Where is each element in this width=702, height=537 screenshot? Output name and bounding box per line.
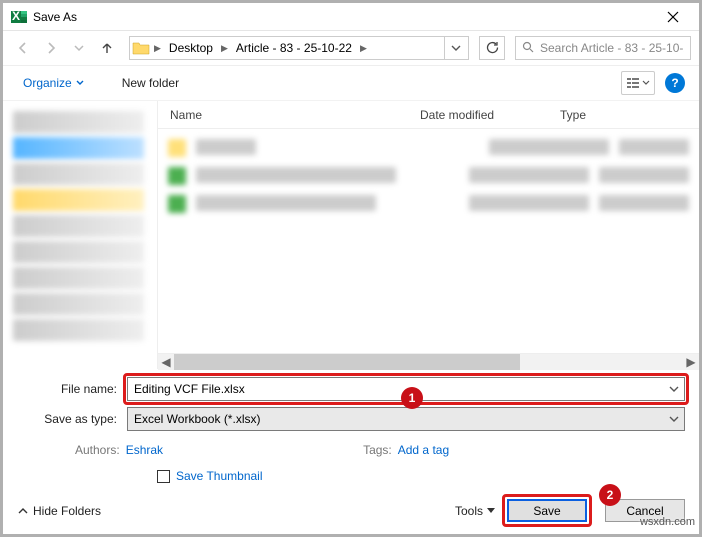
save-button[interactable]: Save bbox=[507, 499, 587, 522]
sidebar-item[interactable] bbox=[13, 293, 144, 315]
file-list[interactable] bbox=[158, 129, 699, 353]
sidebar-item[interactable] bbox=[13, 319, 144, 341]
organize-button[interactable]: Organize bbox=[17, 72, 90, 94]
search-icon bbox=[522, 41, 534, 56]
navigation-row: ▶ Desktop ▶ Article - 83 - 25-10-22 ▶ Se… bbox=[3, 31, 699, 65]
tags-label: Tags: bbox=[363, 443, 392, 457]
chevron-right-icon: ▶ bbox=[358, 43, 369, 54]
arrow-up-icon bbox=[100, 41, 114, 55]
view-list-icon bbox=[626, 76, 640, 90]
breadcrumb-dropdown[interactable] bbox=[444, 36, 466, 60]
file-list-panel: Name Date modified Type bbox=[158, 101, 699, 369]
column-header-type[interactable]: Type bbox=[560, 108, 640, 122]
annotation-badge-1: 1 bbox=[401, 387, 423, 409]
metadata-row: Authors: Eshrak Tags: Add a tag bbox=[17, 437, 685, 461]
arrow-left-icon bbox=[16, 41, 30, 55]
folder-icon bbox=[132, 39, 150, 57]
title-bar: X Save As bbox=[3, 3, 699, 31]
chevron-down-icon bbox=[642, 79, 650, 87]
scroll-right-icon[interactable]: ▶ bbox=[683, 354, 699, 370]
search-input[interactable]: Search Article - 83 - 25-10-22 bbox=[515, 36, 691, 60]
sidebar-item[interactable] bbox=[13, 267, 144, 289]
scroll-left-icon[interactable]: ◀ bbox=[158, 354, 174, 370]
search-placeholder: Search Article - 83 - 25-10-22 bbox=[540, 41, 684, 55]
list-item[interactable] bbox=[168, 139, 689, 163]
list-item[interactable] bbox=[168, 195, 689, 219]
chevron-down-icon bbox=[74, 43, 84, 53]
sidebar-item[interactable] bbox=[13, 241, 144, 263]
close-button[interactable] bbox=[651, 3, 695, 31]
tags-value[interactable]: Add a tag bbox=[398, 443, 449, 457]
chevron-up-icon bbox=[17, 505, 29, 517]
close-icon bbox=[667, 11, 679, 23]
bottom-panel: File name: Save as type: Excel Workbook … bbox=[3, 369, 699, 534]
list-item[interactable] bbox=[168, 167, 689, 191]
file-name-row: File name: bbox=[17, 377, 685, 401]
svg-text:X: X bbox=[12, 9, 20, 23]
sidebar-item[interactable] bbox=[13, 111, 144, 133]
authors-label: Authors: bbox=[75, 443, 120, 457]
authors-value[interactable]: Eshrak bbox=[126, 443, 163, 457]
save-thumbnail-checkbox[interactable] bbox=[157, 470, 170, 483]
back-button[interactable] bbox=[11, 36, 35, 60]
save-as-dialog: X Save As ▶ Desktop ▶ Article - 83 - 25-… bbox=[0, 0, 702, 537]
chevron-right-icon: ▶ bbox=[219, 43, 230, 54]
new-folder-button[interactable]: New folder bbox=[116, 72, 185, 94]
forward-button[interactable] bbox=[39, 36, 63, 60]
sidebar-item[interactable] bbox=[13, 137, 144, 159]
sidebar-item[interactable] bbox=[13, 163, 144, 185]
dialog-title: Save As bbox=[33, 10, 77, 24]
recent-button[interactable] bbox=[67, 36, 91, 60]
navigation-pane[interactable] bbox=[3, 101, 158, 369]
save-type-select[interactable]: Excel Workbook (*.xlsx) bbox=[127, 407, 685, 431]
tools-button[interactable]: Tools bbox=[455, 504, 495, 518]
file-name-label: File name: bbox=[17, 382, 127, 396]
sidebar-item[interactable] bbox=[13, 189, 144, 211]
excel-app-icon: X bbox=[11, 9, 27, 25]
refresh-icon bbox=[485, 41, 499, 55]
toolbar: Organize New folder ? bbox=[3, 65, 699, 101]
save-thumbnail-label[interactable]: Save Thumbnail bbox=[176, 469, 263, 483]
footer-row: Hide Folders Tools Save Cancel bbox=[17, 491, 685, 522]
breadcrumb-bar[interactable]: ▶ Desktop ▶ Article - 83 - 25-10-22 ▶ bbox=[129, 36, 469, 60]
scroll-thumb[interactable] bbox=[174, 354, 520, 370]
save-thumbnail-row: Save Thumbnail bbox=[17, 461, 685, 491]
save-as-type-row: Save as type: Excel Workbook (*.xlsx) bbox=[17, 407, 685, 431]
scroll-track[interactable] bbox=[174, 354, 683, 370]
help-button[interactable]: ? bbox=[665, 73, 685, 93]
hide-folders-button[interactable]: Hide Folders bbox=[17, 504, 101, 518]
chevron-down-icon bbox=[487, 507, 495, 515]
column-header-name[interactable]: Name bbox=[170, 108, 420, 122]
view-options-button[interactable] bbox=[621, 71, 655, 95]
arrow-right-icon bbox=[44, 41, 58, 55]
breadcrumb-folder[interactable]: Article - 83 - 25-10-22 bbox=[230, 37, 358, 59]
chevron-down-icon bbox=[451, 43, 461, 53]
chevron-right-icon: ▶ bbox=[152, 43, 163, 54]
chevron-down-icon bbox=[76, 79, 84, 87]
column-headers: Name Date modified Type bbox=[158, 101, 699, 129]
refresh-button[interactable] bbox=[479, 36, 505, 60]
body-area: Name Date modified Type bbox=[3, 101, 699, 369]
horizontal-scrollbar[interactable]: ◀ ▶ bbox=[158, 353, 699, 369]
column-header-date[interactable]: Date modified bbox=[420, 108, 560, 122]
breadcrumb-desktop[interactable]: Desktop bbox=[163, 37, 219, 59]
watermark: wsxdn.com bbox=[640, 516, 695, 528]
up-button[interactable] bbox=[95, 36, 119, 60]
annotation-badge-2: 2 bbox=[599, 484, 621, 506]
save-type-label: Save as type: bbox=[17, 412, 127, 426]
sidebar-item[interactable] bbox=[13, 215, 144, 237]
